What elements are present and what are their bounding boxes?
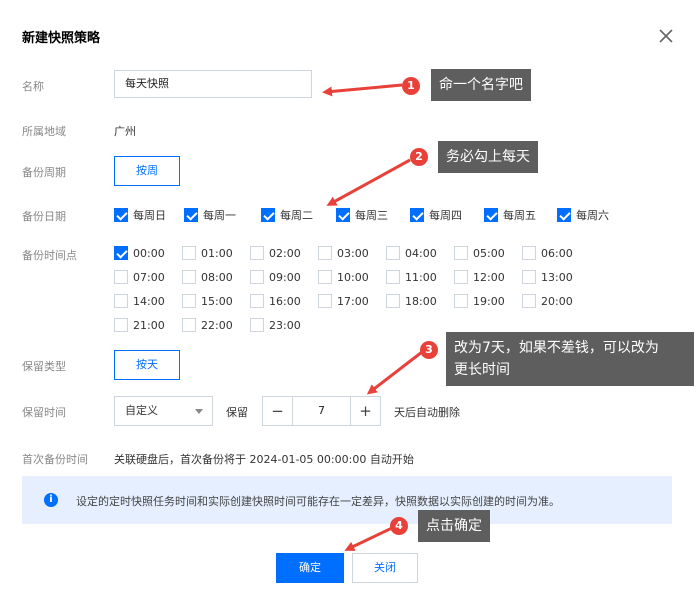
- annotation-badge-2: 2: [410, 148, 428, 166]
- annotation-tip-1: 命一个名字吧: [431, 69, 531, 101]
- annotation-tip-4: 点击确定: [418, 510, 490, 542]
- annotation-arrows: [322, 83, 423, 551]
- annotation-tip-3: 改为7天，如果不差钱，可以改为 更长时间: [446, 332, 694, 386]
- annotation-badge-4: 4: [390, 517, 408, 535]
- annotation-tip-3-line1: 改为7天，如果不差钱，可以改为: [454, 340, 659, 356]
- annotation-badge-1: 1: [402, 77, 420, 95]
- annotation-arrow-4: [344, 526, 393, 551]
- annotation-tip-2: 务必勾上每天: [438, 141, 538, 173]
- annotation-badge-3: 3: [420, 341, 438, 359]
- annotation-arrow-2: [326, 158, 411, 206]
- annotation-arrow-1: [322, 83, 403, 97]
- annotation-tip-3-line2: 更长时间: [454, 362, 510, 378]
- annotation-arrow-3: [366, 350, 423, 395]
